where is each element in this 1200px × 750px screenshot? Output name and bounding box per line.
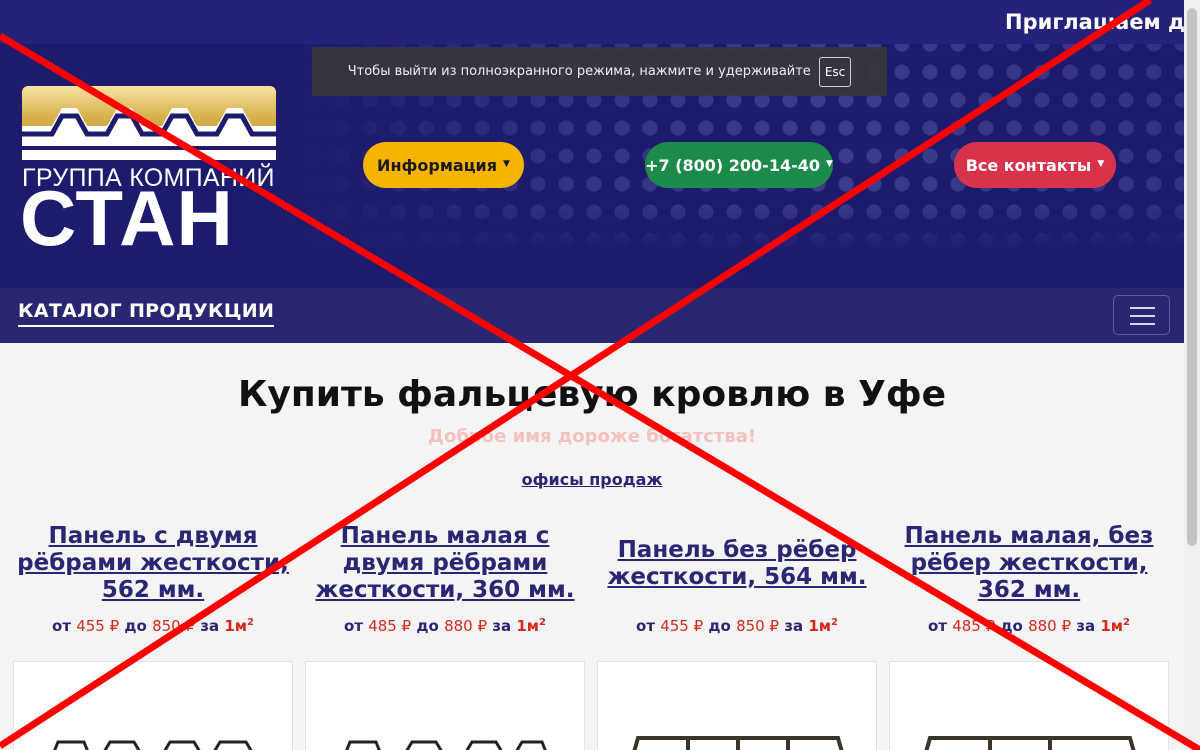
slogan: Доброе имя дороже богатства!	[427, 426, 757, 447]
logo-name: СТАН	[20, 174, 234, 262]
company-logo[interactable]: ГРУППА КОМПАНИЙ СТАН	[20, 86, 276, 258]
contacts-button-label: Все контакты	[965, 155, 1092, 175]
marquee-text: Приглашаем ди	[1005, 10, 1200, 34]
caret-down-icon: ▼	[503, 159, 510, 169]
product-price: от 455 ₽ до 850 ₽ за 1м2	[51, 617, 254, 635]
info-dropdown-button[interactable]: Информация ▼	[363, 142, 524, 188]
esc-key-badge: Esc	[818, 56, 852, 87]
scrollbar-thumb[interactable]	[1187, 8, 1197, 546]
product-image-card[interactable]	[597, 661, 877, 750]
panel-profile-image	[632, 736, 844, 750]
caret-down-icon: ▼	[1097, 159, 1105, 169]
hamburger-icon[interactable]	[1113, 295, 1170, 335]
phone-dropdown-button[interactable]: +7 (800) 200-14-40 ▼	[645, 142, 833, 188]
product-image-card[interactable]	[889, 661, 1169, 750]
site-header: Приглашаем ди ГРУППА КОМПАНИЙ СТАН Инфор…	[0, 0, 1200, 288]
caret-down-icon: ▼	[826, 159, 833, 169]
product-title-link[interactable]: Панель малая с двумя рёбрами жесткости, …	[300, 523, 590, 604]
panel-profile-image	[345, 740, 547, 750]
product-price: от 455 ₽ до 850 ₽ за 1м2	[635, 617, 838, 635]
product-title-link[interactable]: Панель с двумя рёбрами жесткости, 562 мм…	[8, 523, 298, 604]
fullscreen-notice: Чтобы выйти из полноэкранного режима, на…	[312, 47, 887, 96]
panel-profile-image	[924, 736, 1136, 750]
panel-profile-image	[53, 740, 253, 750]
product-price: от 485 ₽ до 880 ₽ за 1м2	[343, 617, 546, 635]
offices-link[interactable]: офисы продаж	[0, 470, 1184, 489]
page: Приглашаем ди ГРУППА КОМПАНИЙ СТАН Инфор…	[0, 0, 1200, 750]
product-image-card[interactable]	[13, 661, 293, 750]
product-image-card[interactable]	[305, 661, 585, 750]
fullscreen-notice-text: Чтобы выйти из полноэкранного режима, на…	[347, 64, 811, 79]
info-button-label: Информация	[377, 155, 498, 175]
product-title-link[interactable]: Панель без рёбер жесткости, 564 мм.	[592, 537, 882, 591]
catalog-link[interactable]: КАТАЛОГ ПРОДУКЦИИ	[18, 300, 275, 327]
phone-button-label: +7 (800) 200-14-40	[645, 155, 820, 175]
product-title-link[interactable]: Панель малая, без рёбер жесткости, 362 м…	[884, 523, 1174, 604]
page-title: Купить фальцевую кровлю в Уфе	[238, 374, 946, 415]
logo-emblem	[22, 86, 276, 160]
marquee-bar: Приглашаем ди	[0, 0, 1200, 44]
catalog-navbar: КАТАЛОГ ПРОДУКЦИИ	[0, 288, 1200, 343]
contacts-dropdown-button[interactable]: Все контакты ▼	[954, 142, 1116, 188]
product-price: от 485 ₽ до 880 ₽ за 1м2	[927, 617, 1130, 635]
